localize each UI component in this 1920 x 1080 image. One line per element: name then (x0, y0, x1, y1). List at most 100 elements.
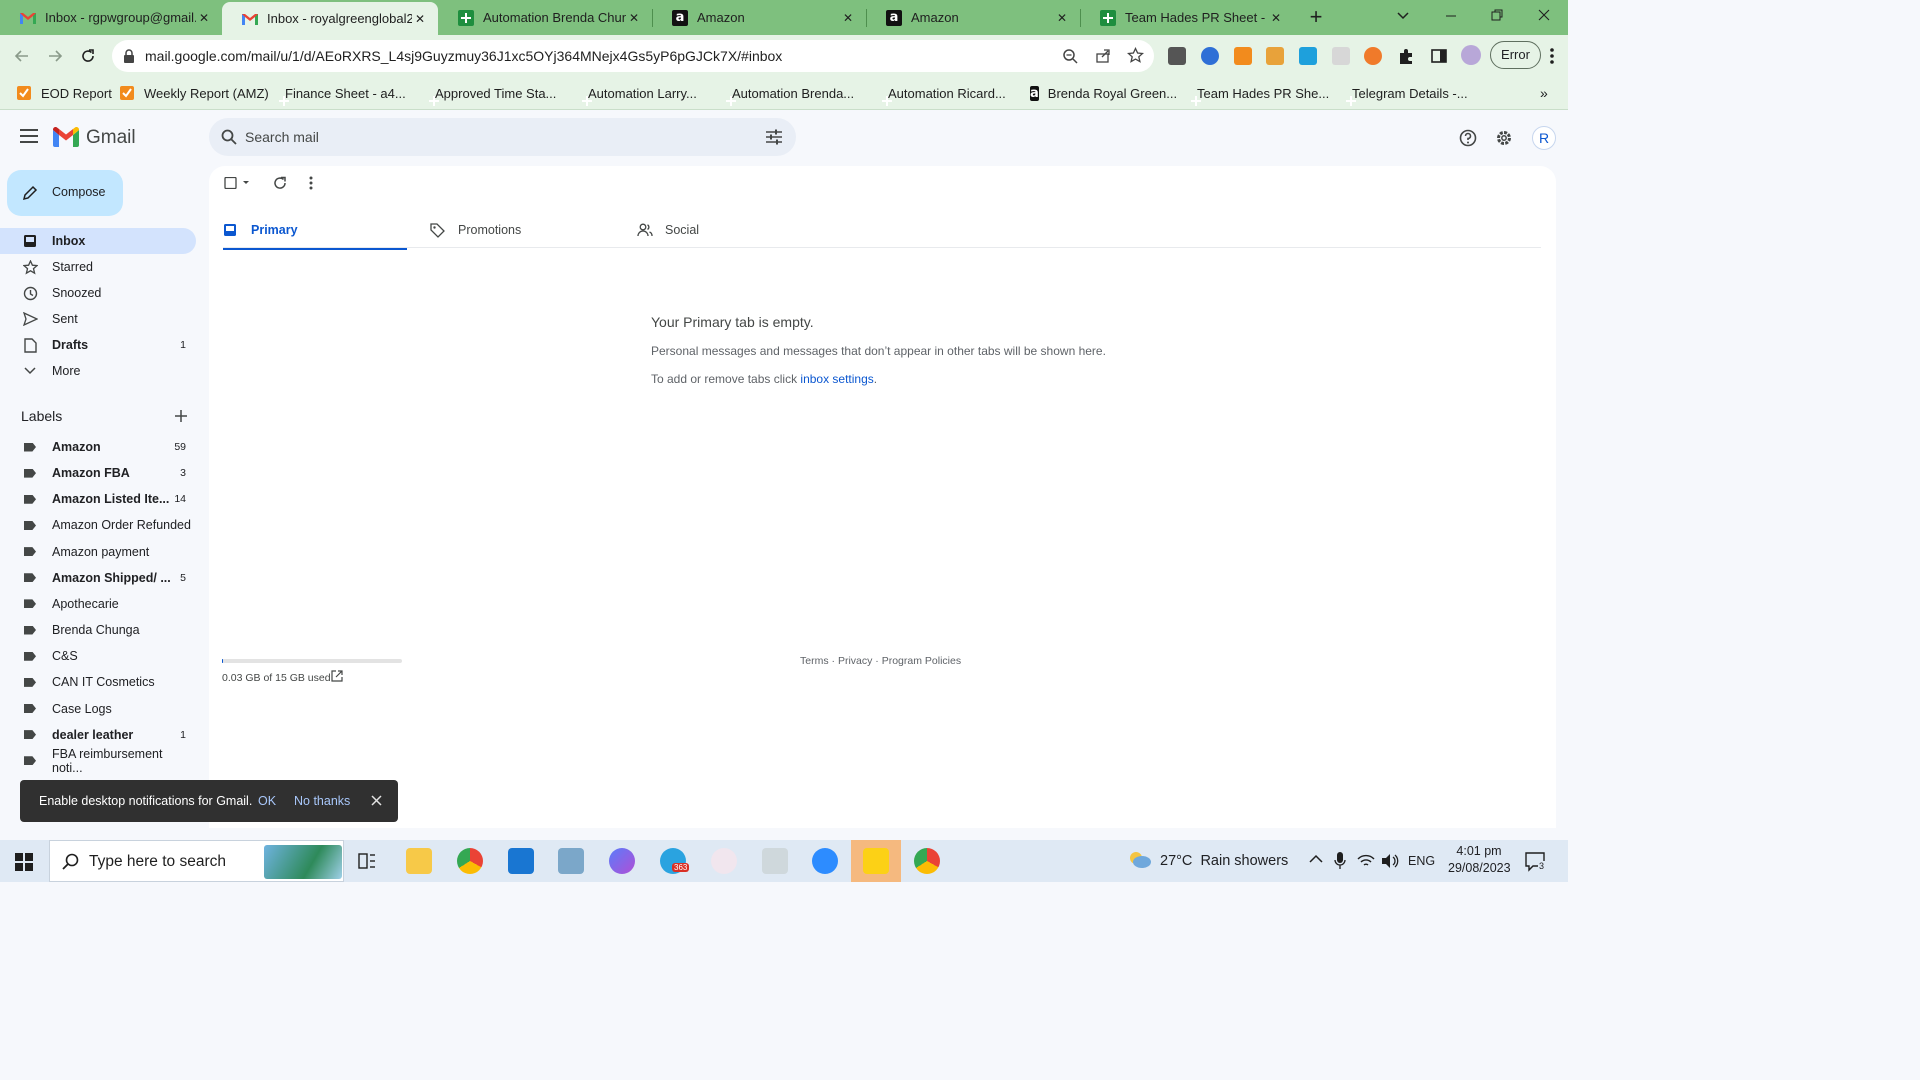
label-item[interactable]: CAN IT Cosmetics (0, 669, 196, 695)
label-item[interactable]: Apothecarie (0, 591, 196, 617)
taskbar-search-box[interactable]: Type here to search (49, 840, 344, 882)
label-item[interactable]: Amazon 59 (0, 434, 196, 460)
forward-icon[interactable] (47, 48, 63, 64)
weather-text[interactable]: 27°C Rain showers (1160, 853, 1288, 869)
volume-icon[interactable] (1381, 853, 1399, 869)
sidebar-item-drafts[interactable]: Drafts 1 (0, 332, 196, 358)
back-icon[interactable] (14, 48, 30, 64)
browser-tab[interactable]: a Amazon ✕ (866, 0, 1080, 35)
privacy-link[interactable]: Privacy (838, 655, 872, 667)
tab-promotions[interactable]: Promotions (430, 215, 614, 247)
bookmark-item[interactable]: Automation Ricard... (879, 83, 1006, 103)
side-panel-icon[interactable] (1430, 47, 1448, 65)
file-explorer-icon[interactable] (406, 848, 432, 874)
search-input[interactable]: Search mail (245, 129, 319, 145)
search-bar[interactable]: Search mail (209, 118, 796, 156)
bookmark-star-icon[interactable] (1127, 47, 1144, 64)
refresh-icon[interactable] (273, 176, 287, 190)
wifi-icon[interactable] (1357, 853, 1375, 869)
tab-close-icon[interactable]: ✕ (196, 10, 212, 26)
main-menu-icon[interactable] (20, 129, 38, 143)
bookmark-item[interactable]: EOD Report (16, 83, 112, 103)
label-item[interactable]: Amazon FBA 3 (0, 460, 196, 486)
sidebar-item-sent[interactable]: Sent (0, 306, 196, 332)
sidebar-item-snoozed[interactable]: Snoozed (0, 280, 196, 306)
tab-close-icon[interactable]: ✕ (1268, 10, 1284, 26)
toast-no-thanks-button[interactable]: No thanks (294, 794, 350, 808)
browser-tab[interactable]: Team Hades PR Sheet - Goo✕ (1080, 0, 1294, 35)
label-item[interactable]: dealer leather 1 (0, 722, 196, 748)
bookmark-item[interactable]: Team Hades PR She... (1188, 83, 1329, 103)
profile-error-button[interactable]: Error (1490, 41, 1541, 69)
minimize-icon[interactable] (1444, 8, 1458, 22)
chrome-icon[interactable] (457, 848, 483, 874)
browser-menu-icon[interactable] (1549, 47, 1555, 65)
snipping-tool-icon[interactable] (711, 848, 737, 874)
bookmark-item[interactable]: a Brenda Royal Green... (1030, 83, 1177, 103)
bookmark-item[interactable]: Finance Sheet - a4... (276, 83, 406, 103)
close-window-icon[interactable] (1537, 8, 1551, 22)
bookmark-item[interactable]: Automation Larry... (579, 83, 697, 103)
zoom-icon[interactable] (1062, 48, 1078, 64)
label-item[interactable]: Brenda Chunga (0, 617, 196, 643)
zoom-app-icon[interactable] (812, 848, 838, 874)
chrome-profile-icon[interactable] (914, 848, 940, 874)
help-icon[interactable] (1459, 129, 1477, 147)
inbox-settings-link[interactable]: inbox settings (800, 372, 873, 386)
weather-icon[interactable] (1127, 850, 1153, 872)
toast-close-icon[interactable] (371, 795, 382, 806)
program-policies-link[interactable]: Program Policies (882, 655, 961, 667)
label-item[interactable]: Case Logs (0, 696, 196, 722)
extension-blue-icon[interactable] (1201, 47, 1219, 65)
js-extension-icon[interactable] (1234, 47, 1252, 65)
extension-orange-icon[interactable] (1266, 47, 1284, 65)
profile-avatar[interactable] (1461, 45, 1481, 65)
qr-extension-icon[interactable] (1168, 47, 1186, 65)
app-icon[interactable] (762, 848, 788, 874)
search-icon[interactable] (221, 129, 237, 145)
notification-center-icon[interactable]: 3 (1525, 852, 1549, 872)
label-item[interactable]: C&S (0, 643, 196, 669)
search-options-icon[interactable] (766, 129, 782, 145)
bookmark-item[interactable]: Approved Time Sta... (426, 83, 556, 103)
tab-social[interactable]: Social (637, 215, 821, 247)
windows-start-icon[interactable] (15, 853, 33, 871)
sidebar-item-starred[interactable]: Starred (0, 254, 196, 280)
hidden-icons-chevron-icon[interactable] (1309, 854, 1323, 864)
reload-icon[interactable] (80, 48, 96, 64)
label-item[interactable]: Amazon Order Refunded (0, 512, 196, 538)
label-item[interactable]: Amazon payment (0, 539, 196, 565)
fba-extension-icon[interactable] (1299, 47, 1317, 65)
settings-gear-icon[interactable] (1495, 129, 1513, 147)
compose-button[interactable]: Compose (7, 170, 123, 216)
bookmarks-overflow-icon[interactable]: » (1540, 85, 1548, 101)
taskbar-search-input[interactable]: Type here to search (89, 853, 226, 871)
label-item[interactable]: Amazon Listed Ite... 14 (0, 486, 196, 512)
bookmark-item[interactable]: Telegram Details -... (1343, 83, 1468, 103)
lock-icon[interactable] (123, 49, 135, 63)
browser-tab[interactable]: Inbox - rgpwgroup@gmail. ✕ (0, 0, 222, 35)
create-label-icon[interactable] (174, 409, 188, 423)
browser-tab[interactable]: Inbox - royalgreenglobal24 ✕ (222, 2, 438, 35)
label-item[interactable]: FBA reimbursement noti... (0, 747, 196, 775)
tab-close-icon[interactable]: ✕ (840, 10, 856, 26)
extensions-puzzle-icon[interactable] (1397, 47, 1415, 65)
share-icon[interactable] (1095, 48, 1111, 64)
account-avatar[interactable]: R (1532, 126, 1556, 150)
tab-close-icon[interactable]: ✕ (412, 11, 428, 27)
browser-tab[interactable]: Automation Brenda Chunga✕ (438, 0, 652, 35)
toast-ok-button[interactable]: OK (258, 794, 276, 808)
extension-grey-icon[interactable] (1332, 47, 1350, 65)
label-item[interactable]: Amazon Shipped/ ... 5 (0, 565, 196, 591)
sidebar-item-more[interactable]: More (0, 358, 196, 384)
tab-primary[interactable]: Primary (223, 215, 407, 250)
terms-link[interactable]: Terms (800, 655, 829, 667)
tab-search-icon[interactable] (1396, 8, 1410, 22)
copilot-icon[interactable] (609, 848, 635, 874)
gmail-logo-icon[interactable] (53, 127, 79, 147)
calculator-icon[interactable] (558, 848, 584, 874)
microphone-icon[interactable] (1334, 852, 1346, 870)
sticky-notes-icon[interactable] (863, 848, 889, 874)
select-checkbox[interactable] (224, 177, 252, 189)
browser-tab[interactable]: a Amazon ✕ (652, 0, 866, 35)
